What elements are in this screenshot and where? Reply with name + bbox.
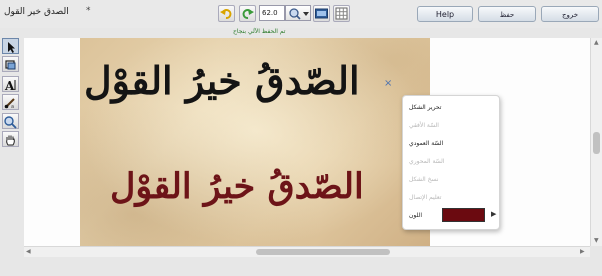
grid-icon xyxy=(335,7,348,20)
brush-tool-button[interactable]: a xyxy=(2,94,19,110)
hand-tool-button[interactable] xyxy=(2,131,19,147)
arrow-pointer-icon xyxy=(8,42,15,53)
fit-to-window-button[interactable] xyxy=(313,5,330,22)
hand-icon xyxy=(6,135,15,146)
top-toolbar: * الصدق خير القول 62.0 Help حفظ خروج xyxy=(0,0,602,28)
delete-shape-icon[interactable]: × xyxy=(384,78,392,89)
color-swatch[interactable] xyxy=(442,208,485,222)
brush-icon: a xyxy=(4,98,15,110)
calligraphy-text-black[interactable]: الصّدقُ خيرُ القوْل xyxy=(84,58,360,103)
scroll-right-icon[interactable]: ▶ xyxy=(580,248,585,255)
scroll-down-icon[interactable]: ▼ xyxy=(594,237,599,244)
text-icon: A xyxy=(4,79,16,93)
horizontal-scrollbar[interactable]: ◀ ▶ xyxy=(24,246,590,257)
undo-button[interactable] xyxy=(218,5,235,22)
zoom-tool-button[interactable] xyxy=(2,113,19,129)
redo-button[interactable] xyxy=(239,5,256,22)
magnifier-icon xyxy=(4,116,17,129)
save-button[interactable]: حفظ xyxy=(478,6,536,22)
menu-item-edit-shape[interactable]: تحرير الشكل xyxy=(403,100,499,115)
shape-context-menu: تحرير الشكل السّة الأفقي السّة العمودي ا… xyxy=(402,95,500,230)
redo-arrow-icon xyxy=(242,9,254,19)
menu-item-vertical[interactable]: السّة العمودي xyxy=(403,136,499,151)
design-canvas[interactable]: الصّدقُ خيرُ القوْل الصّدقُ خيرُ القوْل … xyxy=(24,38,590,246)
text-tool-button[interactable]: A xyxy=(2,76,19,93)
exit-button[interactable]: خروج xyxy=(541,6,599,22)
menu-item-horizontal[interactable]: السّة الأفقي xyxy=(403,118,499,133)
document-title: الصدق خير القول xyxy=(4,7,69,17)
svg-text:A: A xyxy=(4,79,15,92)
fit-to-window-icon xyxy=(315,8,328,19)
grid-toggle-button[interactable] xyxy=(333,5,350,22)
zoom-level-field[interactable]: 62.0 xyxy=(259,5,285,21)
vertical-scroll-thumb[interactable] xyxy=(593,132,600,154)
horizontal-scroll-thumb[interactable] xyxy=(256,249,390,255)
select-tool-button[interactable] xyxy=(2,38,19,54)
menu-item-axial[interactable]: السّة المحوري xyxy=(403,154,499,169)
undo-arrow-icon xyxy=(220,9,232,19)
crop-icon xyxy=(5,60,16,70)
magnifier-icon xyxy=(289,8,309,20)
autosave-status: تم الحفظ الآلي بنجاح xyxy=(233,28,286,35)
scroll-up-icon[interactable]: ▲ xyxy=(594,39,599,46)
footer-bar xyxy=(0,257,602,276)
scroll-left-icon[interactable]: ◀ xyxy=(26,248,31,255)
modified-indicator: * xyxy=(86,6,91,16)
crop-tool-button[interactable] xyxy=(2,56,19,72)
menu-item-copy-shape[interactable]: نسخ الشكل xyxy=(403,172,499,187)
vertical-scrollbar[interactable]: ▲ ▼ xyxy=(590,38,602,246)
help-button[interactable]: Help xyxy=(417,6,473,22)
submenu-arrow-icon: ▶ xyxy=(491,210,497,218)
calligraphy-text-red[interactable]: الصّدقُ خيرُ القوْل xyxy=(110,166,364,207)
svg-text:a: a xyxy=(11,104,14,110)
zoom-dropdown[interactable] xyxy=(285,5,311,21)
menu-item-connection[interactable]: تعليم الإتصال xyxy=(403,190,499,205)
